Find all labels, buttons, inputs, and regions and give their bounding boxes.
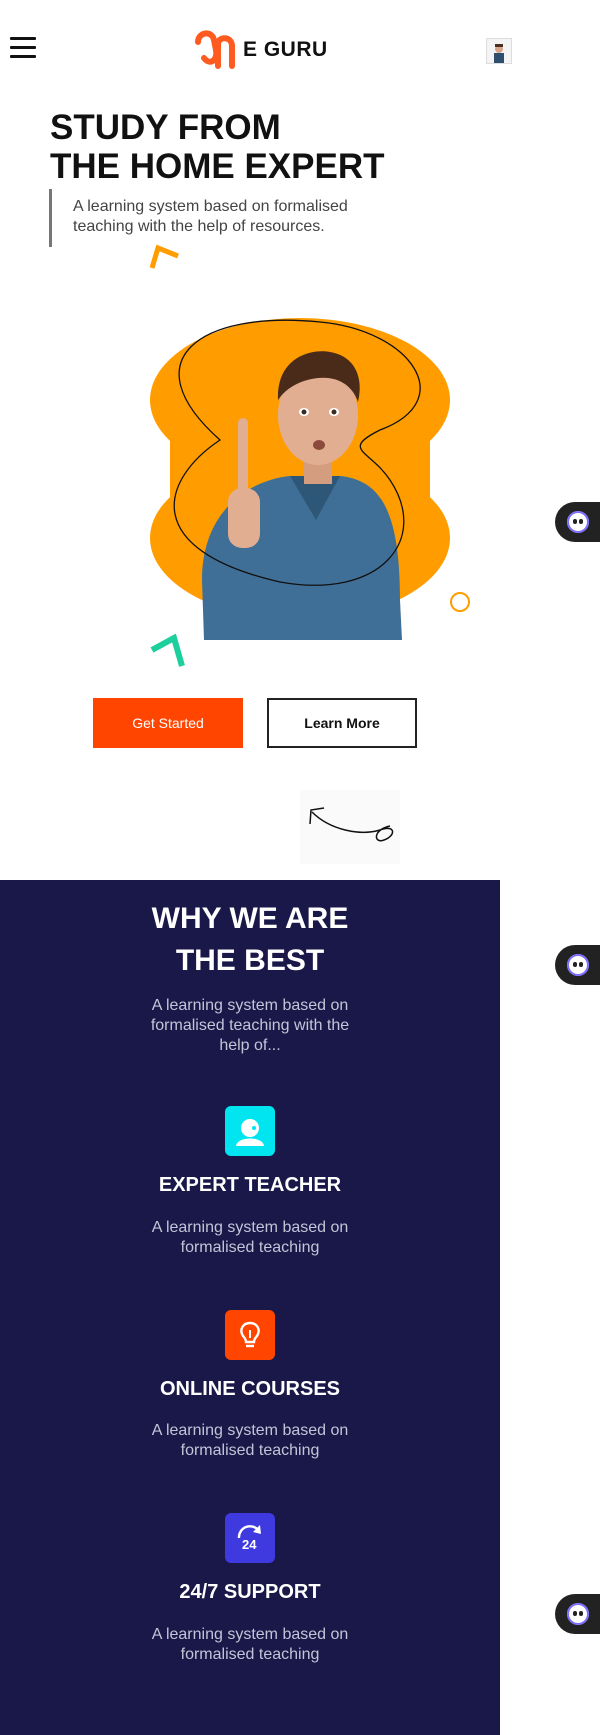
hero-illustration [150, 318, 450, 640]
get-started-button[interactable]: Get Started [93, 698, 243, 748]
feature-title-expert-teacher: EXPERT TEACHER [158, 1174, 342, 1196]
learn-more-button[interactable]: Learn More [267, 698, 417, 748]
menu-icon[interactable] [10, 37, 36, 59]
teal-chevron-decoration [150, 633, 185, 667]
chat-widget-button[interactable] [555, 502, 600, 542]
svg-text:24: 24 [242, 1537, 257, 1552]
logo-icon [195, 30, 235, 69]
circle-decoration [450, 592, 470, 612]
orange-chevron-decoration [149, 244, 179, 269]
why-title-line1: WHY WE ARE [151, 902, 349, 935]
lightbulb-icon [225, 1310, 275, 1360]
why-title-line2: THE BEST [175, 944, 325, 977]
support-24-icon: 24 [225, 1513, 275, 1563]
why-title: WHY WE ARE THE BEST [0, 898, 500, 982]
feature-description: A learning system based on formalised te… [151, 1626, 349, 1663]
feature-description: A learning system based on formalised te… [151, 1219, 349, 1256]
chat-widget-button[interactable] [555, 1594, 600, 1634]
avatar[interactable] [486, 38, 512, 64]
curved-arrow-icon [300, 790, 400, 864]
chat-widget-button[interactable] [555, 945, 600, 985]
feature-description: A learning system based on formalised te… [151, 1422, 349, 1459]
feature-title-support: 24/7 SUPPORT [179, 1581, 321, 1603]
chatbot-icon [567, 511, 589, 533]
why-description: A learning system based on formalised te… [150, 997, 350, 1054]
teacher-icon [225, 1106, 275, 1156]
hero-title: STUDY FROM THE HOME EXPERT [50, 108, 410, 186]
quote-bar [49, 189, 52, 247]
feature-title-online-courses: ONLINE COURSES [159, 1378, 341, 1400]
hero-title-line2: THE HOME EXPERT [50, 147, 385, 186]
chatbot-icon [567, 954, 589, 976]
brand-name[interactable]: E GURU [243, 38, 328, 62]
chatbot-icon [567, 1603, 589, 1625]
hero-description: A learning system based on formalised te… [73, 198, 348, 235]
hero-title-line1: STUDY FROM [50, 108, 281, 147]
